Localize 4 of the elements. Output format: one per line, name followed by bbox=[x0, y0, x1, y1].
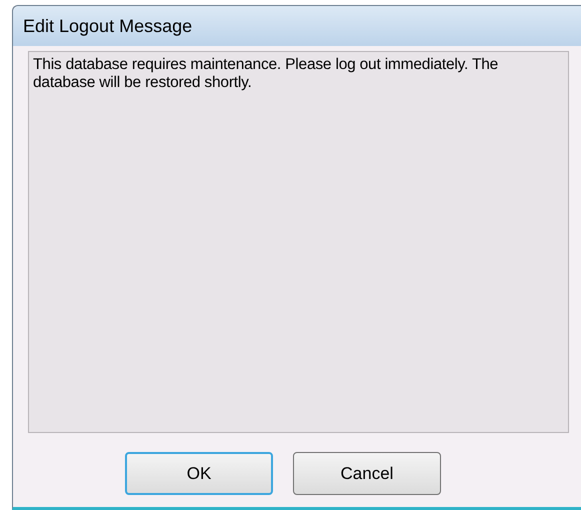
dialog-button[interactable]: Cancel bbox=[293, 452, 441, 495]
message-field[interactable]: This database requires maintenance. Please log out immediately. The database will be restored shortly. bbox=[28, 51, 569, 433]
dialog-button[interactable]: OK bbox=[125, 452, 273, 495]
window-title: Edit Logout Message bbox=[23, 14, 192, 38]
